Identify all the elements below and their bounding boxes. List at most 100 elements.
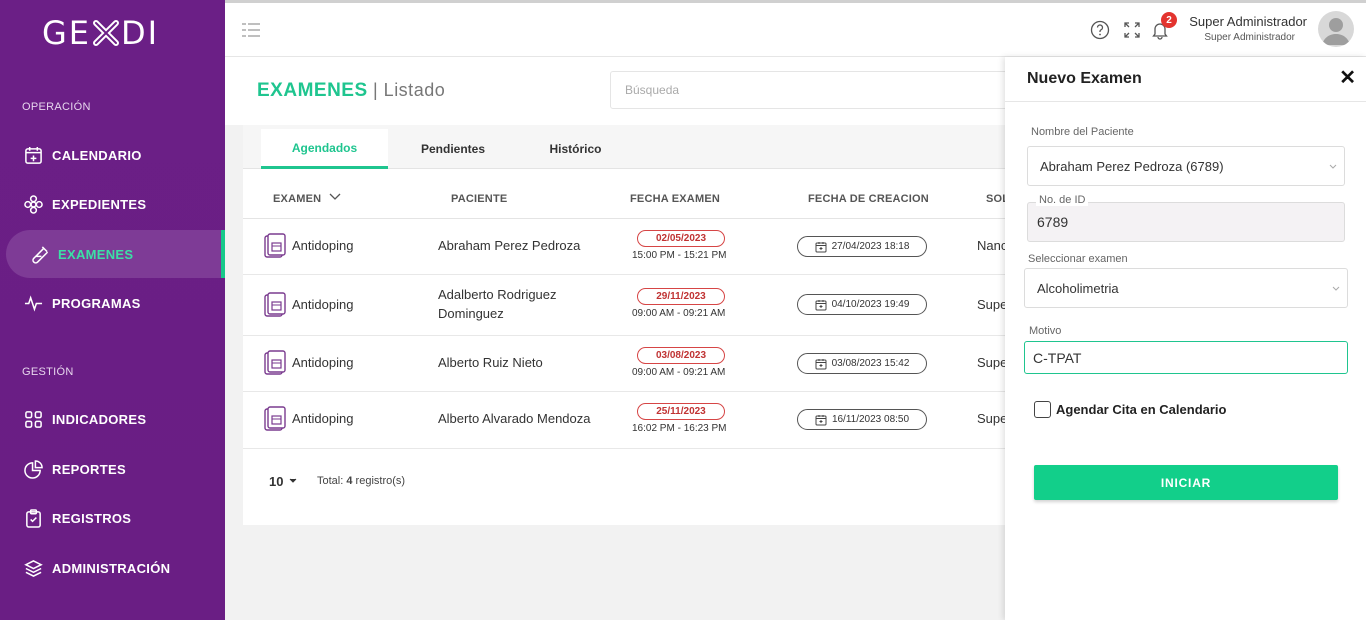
- chevron-down-icon: [329, 193, 340, 200]
- created-date-badge: 16/11/2023 08:50: [797, 409, 927, 430]
- sidebar-item-label: CALENDARIO: [52, 147, 142, 163]
- sidebar-item-expedientes[interactable]: EXPEDIENTES: [0, 180, 225, 228]
- clipboard-check-icon: [26, 508, 41, 528]
- page-title: EXAMENES: [257, 80, 368, 101]
- created-date-text: 03/08/2023 15:42: [831, 358, 910, 369]
- exam-date-badge: 25/11/2023: [637, 403, 725, 420]
- logo-x-icon: [91, 18, 121, 48]
- sidebar-item-reportes[interactable]: REPORTES: [0, 445, 225, 493]
- exam-name: Antidoping: [292, 355, 354, 370]
- page-size-value: 10: [269, 474, 284, 489]
- caret-down-icon: [289, 478, 297, 483]
- id-field[interactable]: 6789: [1027, 202, 1345, 242]
- logo-text-right: DI: [121, 14, 160, 52]
- sidebar-item-label: ADMINISTRACIÓN: [52, 560, 171, 576]
- exam-document-icon: [264, 406, 286, 431]
- pie-chart-icon: [24, 459, 43, 479]
- patient-name: Abraham Perez Pedroza: [438, 238, 581, 253]
- reason-input-value: C-TPAT: [1033, 349, 1082, 366]
- calendar-icon: [815, 358, 827, 369]
- column-header-fecha-examen[interactable]: FECHA EXAMEN: [630, 193, 720, 205]
- patient-name-line2: Dominguez: [438, 306, 504, 321]
- section-operacion: OPERACIÓN: [22, 101, 91, 113]
- reason-input[interactable]: C-TPAT: [1024, 341, 1348, 374]
- total-records: Total: 4 registro(s): [317, 475, 405, 487]
- created-date-text: 16/11/2023 08:50: [831, 414, 910, 425]
- checkbox-label: Agendar Cita en Calendario: [1056, 402, 1227, 417]
- section-gestion: GESTIÓN: [22, 366, 74, 378]
- column-header-examen[interactable]: EXAMEN: [273, 193, 341, 205]
- created-date-badge: 03/08/2023 15:42: [797, 353, 927, 374]
- exam-date-badge: 03/08/2023: [637, 347, 725, 364]
- patient-name: Adalberto Rodriguez: [438, 287, 557, 302]
- patient-label: Nombre del Paciente: [1031, 126, 1134, 138]
- table-header: EXAMEN PACIENTE FECHA EXAMEN FECHA DE CR…: [243, 169, 1009, 219]
- table-row[interactable]: Antidoping Adalberto Rodriguez Dominguez…: [243, 275, 1008, 336]
- search-input[interactable]: [610, 71, 1020, 109]
- table-row[interactable]: Antidoping Alberto Alvarado Mendoza 25/1…: [243, 392, 1007, 449]
- exam-name: Antidoping: [292, 297, 354, 312]
- table-row[interactable]: Antidoping Abraham Perez Pedroza 02/05/2…: [243, 219, 1008, 275]
- exam-select[interactable]: Alcoholimetria: [1024, 268, 1348, 308]
- calendar-plus-icon: [25, 146, 42, 164]
- calendar-icon: [815, 241, 827, 252]
- patient-select-value: Abraham Perez Pedroza (6789): [1040, 158, 1224, 174]
- calendar-icon: [815, 299, 827, 310]
- exam-name: Antidoping: [292, 238, 354, 253]
- exam-time-range: 15:00 PM - 15:21 PM: [632, 250, 727, 261]
- exam-date-badge: 02/05/2023: [637, 230, 725, 247]
- app-logo[interactable]: GE DI: [42, 14, 159, 52]
- patient-select[interactable]: Abraham Perez Pedroza (6789): [1027, 146, 1345, 186]
- help-icon[interactable]: [1090, 20, 1110, 40]
- schedule-checkbox[interactable]: Agendar Cita en Calendario: [1034, 401, 1226, 418]
- total-prefix: Total:: [317, 475, 347, 487]
- reason-label: Motivo: [1029, 325, 1062, 337]
- menu-toggle-icon[interactable]: [242, 23, 260, 37]
- avatar[interactable]: [1318, 11, 1354, 47]
- requester-name: Nanc: [977, 238, 1008, 253]
- tab-agendados[interactable]: Agendados: [261, 129, 388, 169]
- patient-name: Alberto Alvarado Mendoza: [438, 411, 591, 426]
- fullscreen-icon[interactable]: [1122, 20, 1142, 40]
- sidebar: GE DI OPERACIÓN CALENDARIO EXPEDIENTES EX…: [0, 0, 225, 620]
- sidebar-item-label: REGISTROS: [52, 510, 132, 526]
- close-icon[interactable]: ✕: [1339, 68, 1356, 88]
- sidebar-item-programas[interactable]: PROGRAMAS: [0, 279, 225, 327]
- exam-date-badge: 29/11/2023: [637, 288, 725, 305]
- start-button[interactable]: INICIAR: [1034, 465, 1338, 500]
- id-field-value: 6789: [1037, 214, 1069, 230]
- chevron-down-icon: [1329, 164, 1337, 169]
- checkbox-box[interactable]: [1034, 401, 1051, 418]
- user-name[interactable]: Super Administrador: [1189, 14, 1307, 29]
- exam-name: Antidoping: [292, 411, 354, 426]
- column-header-paciente[interactable]: PACIENTE: [451, 193, 507, 205]
- sidebar-item-indicadores[interactable]: INDICADORES: [0, 395, 225, 443]
- calendar-icon: [815, 414, 827, 425]
- notification-badge: 2: [1161, 12, 1177, 28]
- sidebar-item-administracion[interactable]: ADMINISTRACIÓN: [0, 544, 225, 592]
- exam-select-label: Seleccionar examen: [1028, 253, 1128, 265]
- sidebar-item-label: REPORTES: [52, 461, 126, 477]
- page-size-select[interactable]: 10: [269, 474, 297, 489]
- created-date-text: 04/10/2023 19:49: [831, 299, 910, 310]
- new-exam-panel: Nuevo Examen ✕ Nombre del Paciente Abrah…: [1005, 57, 1366, 620]
- created-date-badge: 27/04/2023 18:18: [797, 236, 927, 257]
- panel-title: Nuevo Examen: [1027, 70, 1142, 87]
- exams-card: Agendados Pendientes Histórico EXAMEN PA…: [243, 125, 1009, 525]
- exam-time-range: 16:02 PM - 16:23 PM: [632, 423, 727, 434]
- sidebar-item-registros[interactable]: REGISTROS: [0, 494, 225, 542]
- tab-pendientes[interactable]: Pendientes: [393, 129, 513, 169]
- exam-document-icon: [264, 292, 286, 317]
- sidebar-item-calendario[interactable]: CALENDARIO: [0, 131, 225, 179]
- column-header-fecha-creacion[interactable]: FECHA DE CREACION: [808, 193, 929, 205]
- tab-historico[interactable]: Histórico: [518, 129, 633, 169]
- id-label: No. de ID: [1036, 194, 1089, 206]
- sidebar-item-label: EXAMENES: [58, 246, 134, 262]
- logo-text-left: GE: [42, 14, 92, 52]
- exam-document-icon: [264, 233, 286, 258]
- table-row[interactable]: Antidoping Alberto Ruiz Nieto 03/08/2023…: [243, 336, 1007, 392]
- requester-name: Supe: [977, 297, 1008, 312]
- panel-divider: [1005, 101, 1366, 102]
- sidebar-item-examenes[interactable]: EXAMENES: [6, 230, 225, 278]
- sidebar-item-label: EXPEDIENTES: [52, 196, 147, 212]
